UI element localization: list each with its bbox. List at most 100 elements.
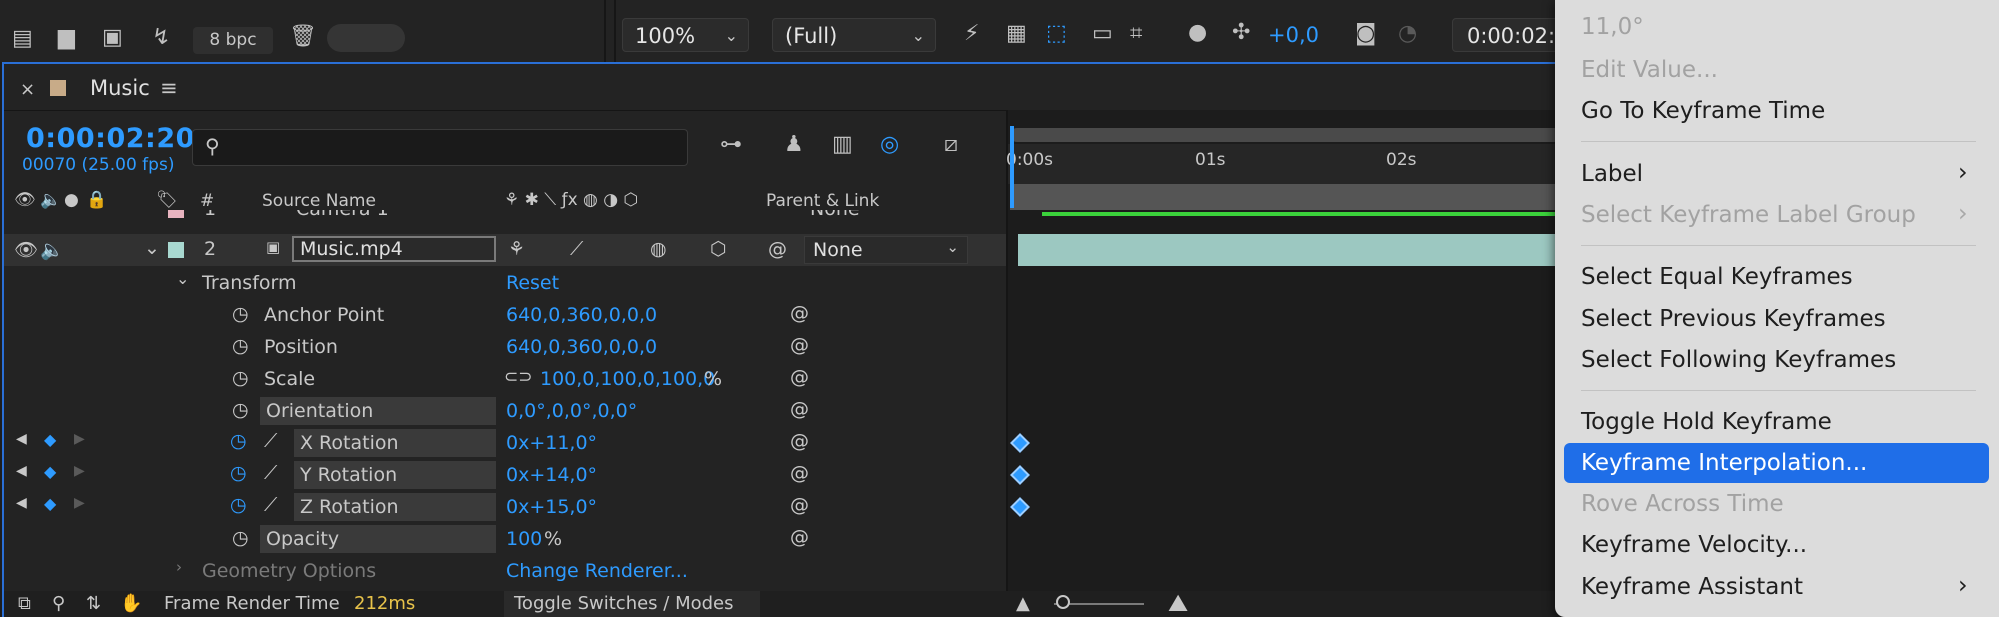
stopwatch-icon[interactable]: ◷ — [232, 367, 249, 389]
property-value[interactable]: 640,0,360,0,0,0 — [506, 304, 657, 326]
add-keyframe-icon[interactable]: ◆ — [44, 462, 56, 481]
menu-item-toggle-hold-keyframe[interactable]: Toggle Hold Keyframe — [1581, 409, 1832, 435]
menu-item-keyframe-assistant[interactable]: Keyframe Assistant — [1581, 574, 1803, 600]
parent-link-column-header[interactable]: Parent & Link — [766, 191, 879, 211]
expand-chevron-icon[interactable]: ⌄ — [176, 269, 189, 288]
playhead-start-marker[interactable] — [1010, 126, 1014, 208]
add-keyframe-icon[interactable]: ◆ — [44, 494, 56, 513]
mask-visibility-icon[interactable]: ⬚ — [1046, 23, 1067, 45]
new-composition-icon[interactable]: ▣ — [102, 27, 123, 49]
stopwatch-active-icon[interactable]: ◷ — [230, 494, 247, 516]
number-column-header[interactable]: # — [200, 191, 214, 211]
graph-editor-icon[interactable]: ⧄ — [944, 134, 958, 156]
menu-item-keyframe-velocity[interactable]: Keyframe Velocity... — [1581, 532, 1807, 558]
eye-icon[interactable]: 👁 — [14, 238, 38, 261]
show-snapshot-icon[interactable]: ◔ — [1398, 23, 1417, 45]
menu-item-go-to-keyframe-time[interactable]: Go To Keyframe Time — [1581, 98, 1825, 124]
trash-icon[interactable]: 🗑 — [289, 26, 317, 48]
speaker-icon[interactable]: 🔈 — [40, 238, 64, 261]
zoom-out-icon[interactable]: ▲ — [1016, 593, 1030, 614]
stopwatch-icon[interactable]: ◷ — [232, 399, 249, 421]
camera-layer-bar[interactable] — [1010, 184, 1561, 210]
composition-flowchart-icon[interactable]: ⊶ — [720, 134, 742, 156]
magnification-dropdown[interactable]: 100% ⌄ — [622, 18, 749, 52]
snapshot-camera-icon[interactable]: ◙ — [1355, 23, 1376, 45]
pick-whip-icon[interactable]: @ — [790, 430, 809, 452]
shy-switch-icon[interactable]: ⚘ — [508, 238, 525, 260]
grid-guides-icon[interactable]: ⌗ — [1130, 23, 1142, 45]
visibility-column-icon[interactable]: 👁 — [14, 190, 36, 210]
stopwatch-icon[interactable]: ◷ — [232, 527, 249, 549]
3d-layer-switch-icon[interactable]: ⬡ — [710, 238, 727, 260]
layer-name[interactable]: Camera 1 — [296, 210, 389, 220]
lock-column-icon[interactable]: 🔒 — [86, 190, 107, 210]
property-value[interactable]: 0,0°,0,0°,0,0° — [506, 400, 637, 422]
audio-column-icon[interactable]: 🔈 — [40, 190, 61, 210]
toggle-transfer-controls-icon[interactable]: ⚲ — [52, 593, 65, 614]
color-channels-icon[interactable]: ● — [1188, 22, 1207, 44]
stopwatch-icon[interactable]: ◷ — [232, 303, 249, 325]
pick-whip-icon[interactable]: @ — [790, 398, 809, 420]
bit-depth-button[interactable]: 8 bpc — [193, 27, 273, 54]
motion-blur-switch-icon[interactable]: ◍ — [650, 238, 667, 260]
collapsed-chevron-icon[interactable]: › — [176, 558, 182, 576]
search-pill[interactable] — [327, 24, 405, 52]
source-name-column-header[interactable]: Source Name — [262, 191, 376, 211]
toggle-in-out-icon[interactable]: ⇅ — [86, 593, 101, 614]
stopwatch-active-icon[interactable]: ◷ — [230, 430, 247, 452]
layer-name[interactable]: Music.mp4 — [300, 238, 403, 260]
pick-whip-icon[interactable]: @ — [790, 462, 809, 484]
music-layer-bar[interactable] — [1018, 234, 1561, 266]
layer-label-swatch[interactable] — [168, 242, 184, 258]
next-keyframe-icon[interactable]: ▶ — [74, 495, 85, 511]
solo-column-icon[interactable]: ● — [64, 190, 79, 210]
frame-blending-icon[interactable]: ▥ — [832, 134, 853, 156]
next-keyframe-icon[interactable]: ▶ — [74, 431, 85, 447]
menu-item-select-previous-keyframes[interactable]: Select Previous Keyframes — [1581, 306, 1886, 332]
graph-icon[interactable]: ⟋ — [264, 430, 277, 452]
exposure-value[interactable]: +0,0 — [1268, 23, 1319, 47]
change-renderer-link[interactable]: Change Renderer... — [506, 560, 688, 582]
current-time-readout[interactable]: 0:00:02:20 — [26, 123, 195, 154]
property-value[interactable]: 0x+14,0° — [506, 464, 597, 486]
property-value[interactable]: 640,0,360,0,0,0 — [506, 336, 657, 358]
previous-keyframe-icon[interactable]: ◀ — [16, 431, 27, 447]
next-keyframe-icon[interactable]: ▶ — [74, 463, 85, 479]
property-value[interactable]: 0x+11,0° — [506, 432, 597, 454]
stopwatch-active-icon[interactable]: ◷ — [230, 462, 247, 484]
region-of-interest-icon[interactable]: ▭ — [1092, 23, 1113, 45]
expand-chevron-icon[interactable]: ⌄ — [144, 237, 160, 259]
quality-switch-icon[interactable]: ⟋ — [570, 238, 583, 260]
menu-item-label[interactable]: Label — [1581, 161, 1643, 187]
transparency-grid-icon[interactable]: ▦ — [1006, 23, 1027, 45]
add-keyframe-icon[interactable]: ◆ — [44, 430, 56, 449]
geometry-options-row[interactable]: › Geometry Options Change Renderer... — [4, 555, 1006, 587]
zoom-slider-handle[interactable] — [1056, 595, 1070, 609]
menu-item-keyframe-interpolation[interactable]: Keyframe Interpolation... — [1581, 450, 1867, 476]
parent-dropdown[interactable]: None ⌄ — [804, 236, 968, 264]
reset-exposure-icon[interactable]: ✣ — [1232, 22, 1250, 44]
pick-whip-icon[interactable]: @ — [768, 238, 787, 260]
work-area-bar[interactable] — [1010, 128, 1561, 142]
interpret-footage-icon[interactable]: ↯ — [152, 27, 170, 49]
constrain-proportions-icon[interactable]: ⊂⊃ — [504, 367, 533, 387]
transform-group-row[interactable]: ⌄ Transform Reset — [4, 267, 1006, 299]
motion-blur-icon[interactable]: ◎ — [880, 134, 899, 156]
property-value[interactable]: 0x+15,0° — [506, 496, 597, 518]
layer-row-camera[interactable]: 1 Camera 1 None — [4, 210, 1006, 228]
pick-whip-icon[interactable]: @ — [790, 366, 809, 388]
property-value[interactable]: 100,0,100,0,100,0 — [540, 368, 715, 390]
resolution-dropdown[interactable]: (Full) ⌄ — [772, 18, 936, 52]
graph-icon[interactable]: ⟋ — [264, 494, 277, 516]
fast-previews-icon[interactable]: ⚡ — [964, 23, 979, 45]
toggle-layer-switches-icon[interactable]: ⧉ — [18, 593, 31, 614]
layer-row-music[interactable]: 👁 🔈 ⌄ 2 ▣ Music.mp4 ⚘ ⟋ ◍ ⬡ @ None ⌄ — [4, 234, 1006, 266]
shy-layers-icon[interactable]: ♟ — [784, 134, 804, 156]
zoom-in-icon[interactable]: ⛰ — [1168, 589, 1188, 617]
pick-whip-icon[interactable]: @ — [790, 334, 809, 356]
pick-whip-icon[interactable]: @ — [790, 494, 809, 516]
previous-keyframe-icon[interactable]: ◀ — [16, 495, 27, 511]
pick-whip-icon[interactable]: @ — [790, 526, 809, 548]
menu-item-select-following-keyframes[interactable]: Select Following Keyframes — [1581, 347, 1896, 373]
new-folder-icon[interactable]: ▆ — [58, 27, 75, 49]
